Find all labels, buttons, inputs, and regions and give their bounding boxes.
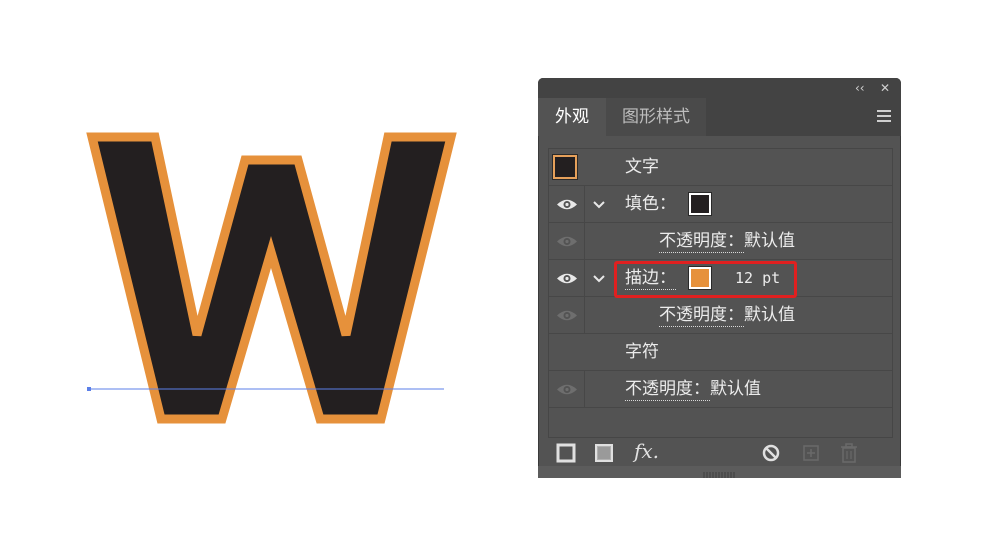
- eye-icon[interactable]: [549, 186, 585, 223]
- fill-expand-toggle[interactable]: [585, 186, 613, 223]
- add-new-effect-icon[interactable]: fx.: [634, 439, 659, 463]
- stroke-opacity-value: 默认值: [744, 305, 795, 325]
- text-anchor-point[interactable]: [87, 387, 91, 391]
- fill-opacity-link[interactable]: 不透明度：: [659, 231, 744, 253]
- fill-color-swatch[interactable]: [688, 192, 712, 216]
- chevron-down-icon[interactable]: [585, 186, 613, 223]
- characters-label: 字符: [625, 342, 659, 362]
- opacity-value: 默认值: [710, 379, 761, 399]
- stroke-color-swatch[interactable]: [688, 266, 712, 290]
- letter-w-shape[interactable]: [86, 132, 457, 424]
- tab-appearance[interactable]: 外观: [538, 98, 606, 136]
- row-stroke-opacity[interactable]: 不透明度：默认值: [549, 297, 892, 334]
- row-characters[interactable]: 字符: [549, 334, 892, 371]
- add-new-fill-icon[interactable]: [592, 441, 616, 465]
- clear-appearance-icon[interactable]: [759, 441, 783, 465]
- empty-row: [549, 408, 892, 437]
- opacity-link[interactable]: 不透明度：: [625, 379, 710, 401]
- panel-bottom-toolbar: fx.: [538, 438, 901, 468]
- stroke-opacity-text: 不透明度：默认值: [659, 297, 795, 334]
- duplicate-item-icon[interactable]: [799, 441, 823, 465]
- fill-opacity-value: 默认值: [744, 231, 795, 251]
- row-fill-opacity[interactable]: 不透明度：默认值: [549, 223, 892, 260]
- row-stroke[interactable]: 描边： 12 pt: [549, 260, 892, 297]
- chevron-down-icon[interactable]: [585, 260, 613, 297]
- grip-icon[interactable]: [538, 469, 901, 478]
- close-panel-button[interactable]: ✕: [880, 80, 890, 96]
- row-fill[interactable]: 填色：: [549, 186, 892, 223]
- fill-label: 填色：: [625, 194, 676, 214]
- delete-item-icon[interactable]: [837, 441, 861, 465]
- eye-icon[interactable]: [549, 297, 585, 334]
- stroke-expand-toggle[interactable]: [585, 260, 613, 297]
- eye-icon[interactable]: [549, 371, 585, 408]
- appearance-attributes-list: 文字 填色： 不透明度：默认值 描边： 12 pt 不透明度：默认值 字符 不透…: [548, 148, 893, 438]
- type-thumbnail: [553, 155, 577, 179]
- opacity-text: 不透明度：默认值: [625, 371, 761, 408]
- stroke-opacity-visibility-toggle[interactable]: [549, 297, 585, 334]
- fill-visibility-toggle[interactable]: [549, 186, 585, 223]
- stroke-opacity-link[interactable]: 不透明度：: [659, 305, 744, 327]
- panel-resize-grip[interactable]: [538, 466, 901, 478]
- add-new-stroke-icon[interactable]: [554, 441, 578, 465]
- eye-icon[interactable]: [549, 223, 585, 260]
- fill-opacity-visibility-toggle[interactable]: [549, 223, 585, 260]
- row-type[interactable]: 文字: [549, 149, 892, 186]
- type-label: 文字: [625, 157, 659, 177]
- panel-menu-icon[interactable]: [877, 110, 891, 122]
- stroke-label[interactable]: 描边：: [625, 268, 676, 290]
- fill-opacity-text: 不透明度：默认值: [659, 223, 795, 260]
- artwork-letter-w[interactable]: [0, 0, 520, 554]
- appearance-panel: ‹‹ ✕ 外观 图形样式 文字 填色： 不透明度：默认值 描边： 12 pt 不…: [538, 78, 901, 478]
- stroke-width-value[interactable]: 12 pt: [735, 260, 780, 297]
- stroke-label-wrap: 描边：: [625, 260, 676, 297]
- eye-icon[interactable]: [549, 260, 585, 297]
- stroke-visibility-toggle[interactable]: [549, 260, 585, 297]
- row-opacity[interactable]: 不透明度：默认值: [549, 371, 892, 408]
- panel-title-bar[interactable]: ‹‹ ✕: [538, 78, 901, 98]
- panel-tab-bar: 外观 图形样式: [538, 98, 901, 136]
- opacity-visibility-toggle[interactable]: [549, 371, 585, 408]
- collapse-panel-button[interactable]: ‹‹: [855, 80, 865, 96]
- tab-graphic-styles[interactable]: 图形样式: [606, 98, 706, 136]
